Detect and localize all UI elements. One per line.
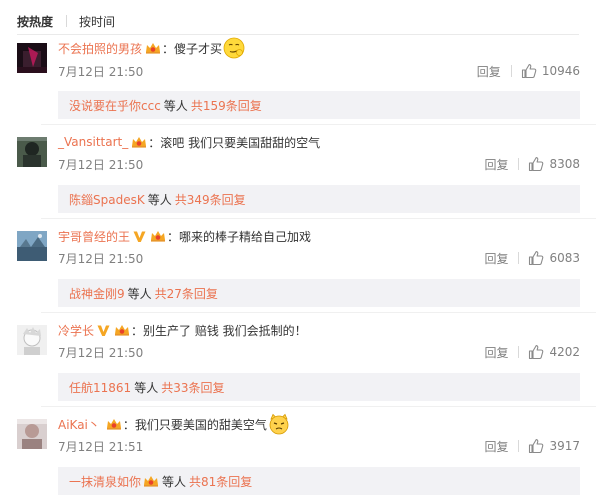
reply-thread-mid-text: 等人 [162, 474, 187, 489]
comment-time: 7月12日 21:50 [58, 251, 144, 266]
comment-time: 7月12日 21:50 [58, 345, 144, 360]
vip-badge-icon[interactable] [145, 42, 161, 54]
reply-thread-count[interactable]: 共81条回复 [189, 473, 252, 490]
comment-line: _Vansittart_ ：滚吧 我们只要美国甜甜的空气 [58, 132, 580, 152]
comment-colon: ： [148, 135, 161, 150]
like-count: 6083 [549, 251, 580, 265]
reply-thread-count[interactable]: 共33条回复 [161, 379, 224, 396]
comment-colon: ： [162, 41, 175, 56]
comment-text: 别生产了 赔钱 我们会抵制的！ [143, 323, 307, 338]
cat-emoji-icon [269, 413, 289, 435]
reply-first-user[interactable]: 一抹清泉如你 [69, 473, 141, 490]
reply-first-user[interactable]: 没说要在乎你ccc [69, 97, 161, 114]
comment-time: 7月12日 21:50 [58, 64, 144, 79]
avatar[interactable] [17, 43, 47, 73]
reply-thread-count[interactable]: 共349条回复 [175, 191, 246, 208]
like-button[interactable]: 8308 [528, 156, 580, 172]
comment-text: 我们只要美国的甜美空气 [134, 417, 267, 432]
reply-thread-mid-text: 等人 [147, 192, 172, 207]
reply-first-user[interactable]: 战神金刚9 [69, 285, 125, 302]
thumbs-up-icon [528, 438, 544, 454]
avatar[interactable] [17, 419, 47, 449]
avatar[interactable] [17, 325, 47, 355]
like-button[interactable]: 6083 [528, 250, 580, 266]
reply-thread-box[interactable]: 陈錙SpadesK 等人 共349条回复 [58, 185, 580, 213]
like-count: 3917 [549, 439, 580, 453]
like-count: 4202 [549, 345, 580, 359]
reply-thread-box[interactable]: 没说要在乎你ccc 等人 共159条回复 [58, 91, 580, 119]
reply-button[interactable]: 回复 [484, 438, 508, 455]
reply-first-user[interactable]: 陈錙SpadesK [69, 191, 145, 208]
reply-thread-box[interactable]: 战神金刚9 等人 共27条回复 [58, 279, 580, 307]
comment-line: 宇哥曾经的王 ：哪来的棒子精给自己加戏 [58, 226, 580, 246]
sort-tab-separator [66, 15, 68, 27]
like-count: 8308 [549, 157, 580, 171]
vip-badge-icon[interactable] [106, 418, 122, 430]
reply-thread-count[interactable]: 共159条回复 [191, 97, 262, 114]
vip-badge-icon[interactable] [131, 136, 147, 148]
comment-divider [41, 312, 596, 313]
comment-time: 7月12日 21:50 [58, 157, 144, 172]
like-count: 10946 [541, 64, 580, 78]
thumbs-up-icon [528, 344, 544, 360]
action-separator [518, 346, 520, 358]
reply-thread-box[interactable]: 任航11861 等人 共33条回复 [58, 373, 580, 401]
comment-username[interactable]: 不会拍照的男孩 [58, 40, 142, 57]
reply-button[interactable]: 回复 [477, 63, 501, 80]
reply-button[interactable]: 回复 [484, 344, 508, 361]
reply-thread-mid-text: 等人 [134, 380, 159, 395]
avatar[interactable] [17, 231, 47, 261]
action-separator [510, 65, 512, 77]
smirk-emoji-icon [223, 37, 245, 59]
verified-v-icon[interactable] [97, 324, 110, 337]
comment-colon: ： [122, 417, 135, 432]
thumbs-up-icon [521, 63, 537, 79]
comment-actions: 回复 3917 [484, 438, 580, 455]
vip-badge-icon[interactable] [143, 475, 159, 487]
verified-v-icon[interactable] [133, 230, 146, 243]
reply-button[interactable]: 回复 [484, 156, 508, 173]
sort-bar: 按热度 按时间 [17, 13, 115, 29]
comment-username[interactable]: _Vansittart_ [58, 135, 128, 149]
vip-badge-icon[interactable] [150, 230, 166, 242]
reply-first-user[interactable]: 任航11861 [69, 379, 131, 396]
comment-line: AiKai丶 ：我们只要美国的甜美空气 [58, 413, 580, 435]
comment-username[interactable]: 宇哥曾经的王 [58, 228, 130, 245]
comment-actions: 回复 8308 [484, 156, 580, 173]
comment-line: 冷学长 ：别生产了 赔钱 我们会抵制的！ [58, 320, 580, 340]
comment-text: 滚吧 我们只要美国甜甜的空气 [160, 135, 321, 150]
avatar[interactable] [17, 137, 47, 167]
comment-actions: 回复 10946 [477, 63, 580, 80]
comment-text: 傻子才买 [174, 41, 223, 56]
action-separator [518, 252, 520, 264]
reply-thread-count[interactable]: 共27条回复 [155, 285, 218, 302]
comment-username[interactable]: 冷学长 [58, 322, 94, 339]
comment-time: 7月12日 21:51 [58, 439, 144, 454]
sort-tab-hot[interactable]: 按热度 [17, 13, 53, 30]
sort-bar-divider [17, 34, 579, 35]
thumbs-up-icon [528, 156, 544, 172]
like-button[interactable]: 10946 [521, 63, 580, 79]
comment-text: 哪来的棒子精给自己加戏 [179, 229, 312, 244]
like-button[interactable]: 4202 [528, 344, 580, 360]
comment-divider [41, 218, 596, 219]
like-button[interactable]: 3917 [528, 438, 580, 454]
reply-button[interactable]: 回复 [484, 250, 508, 267]
reply-thread-mid-text: 等人 [163, 98, 188, 113]
comment-actions: 回复 6083 [484, 250, 580, 267]
reply-thread-box[interactable]: 一抹清泉如你 等人 共81条回复 [58, 467, 580, 495]
sort-tab-time[interactable]: 按时间 [79, 13, 115, 30]
thumbs-up-icon [528, 250, 544, 266]
comment-divider [41, 124, 596, 125]
comment-line: 不会拍照的男孩 ：傻子才买 [58, 37, 580, 59]
comment-actions: 回复 4202 [484, 344, 580, 361]
comment-colon: ： [131, 323, 144, 338]
comment-divider [41, 406, 596, 407]
comment-colon: ： [167, 229, 180, 244]
vip-badge-icon[interactable] [114, 324, 130, 336]
action-separator [518, 158, 520, 170]
reply-thread-mid-text: 等人 [127, 286, 152, 301]
comment-username[interactable]: AiKai丶 [58, 416, 100, 433]
action-separator [518, 440, 520, 452]
